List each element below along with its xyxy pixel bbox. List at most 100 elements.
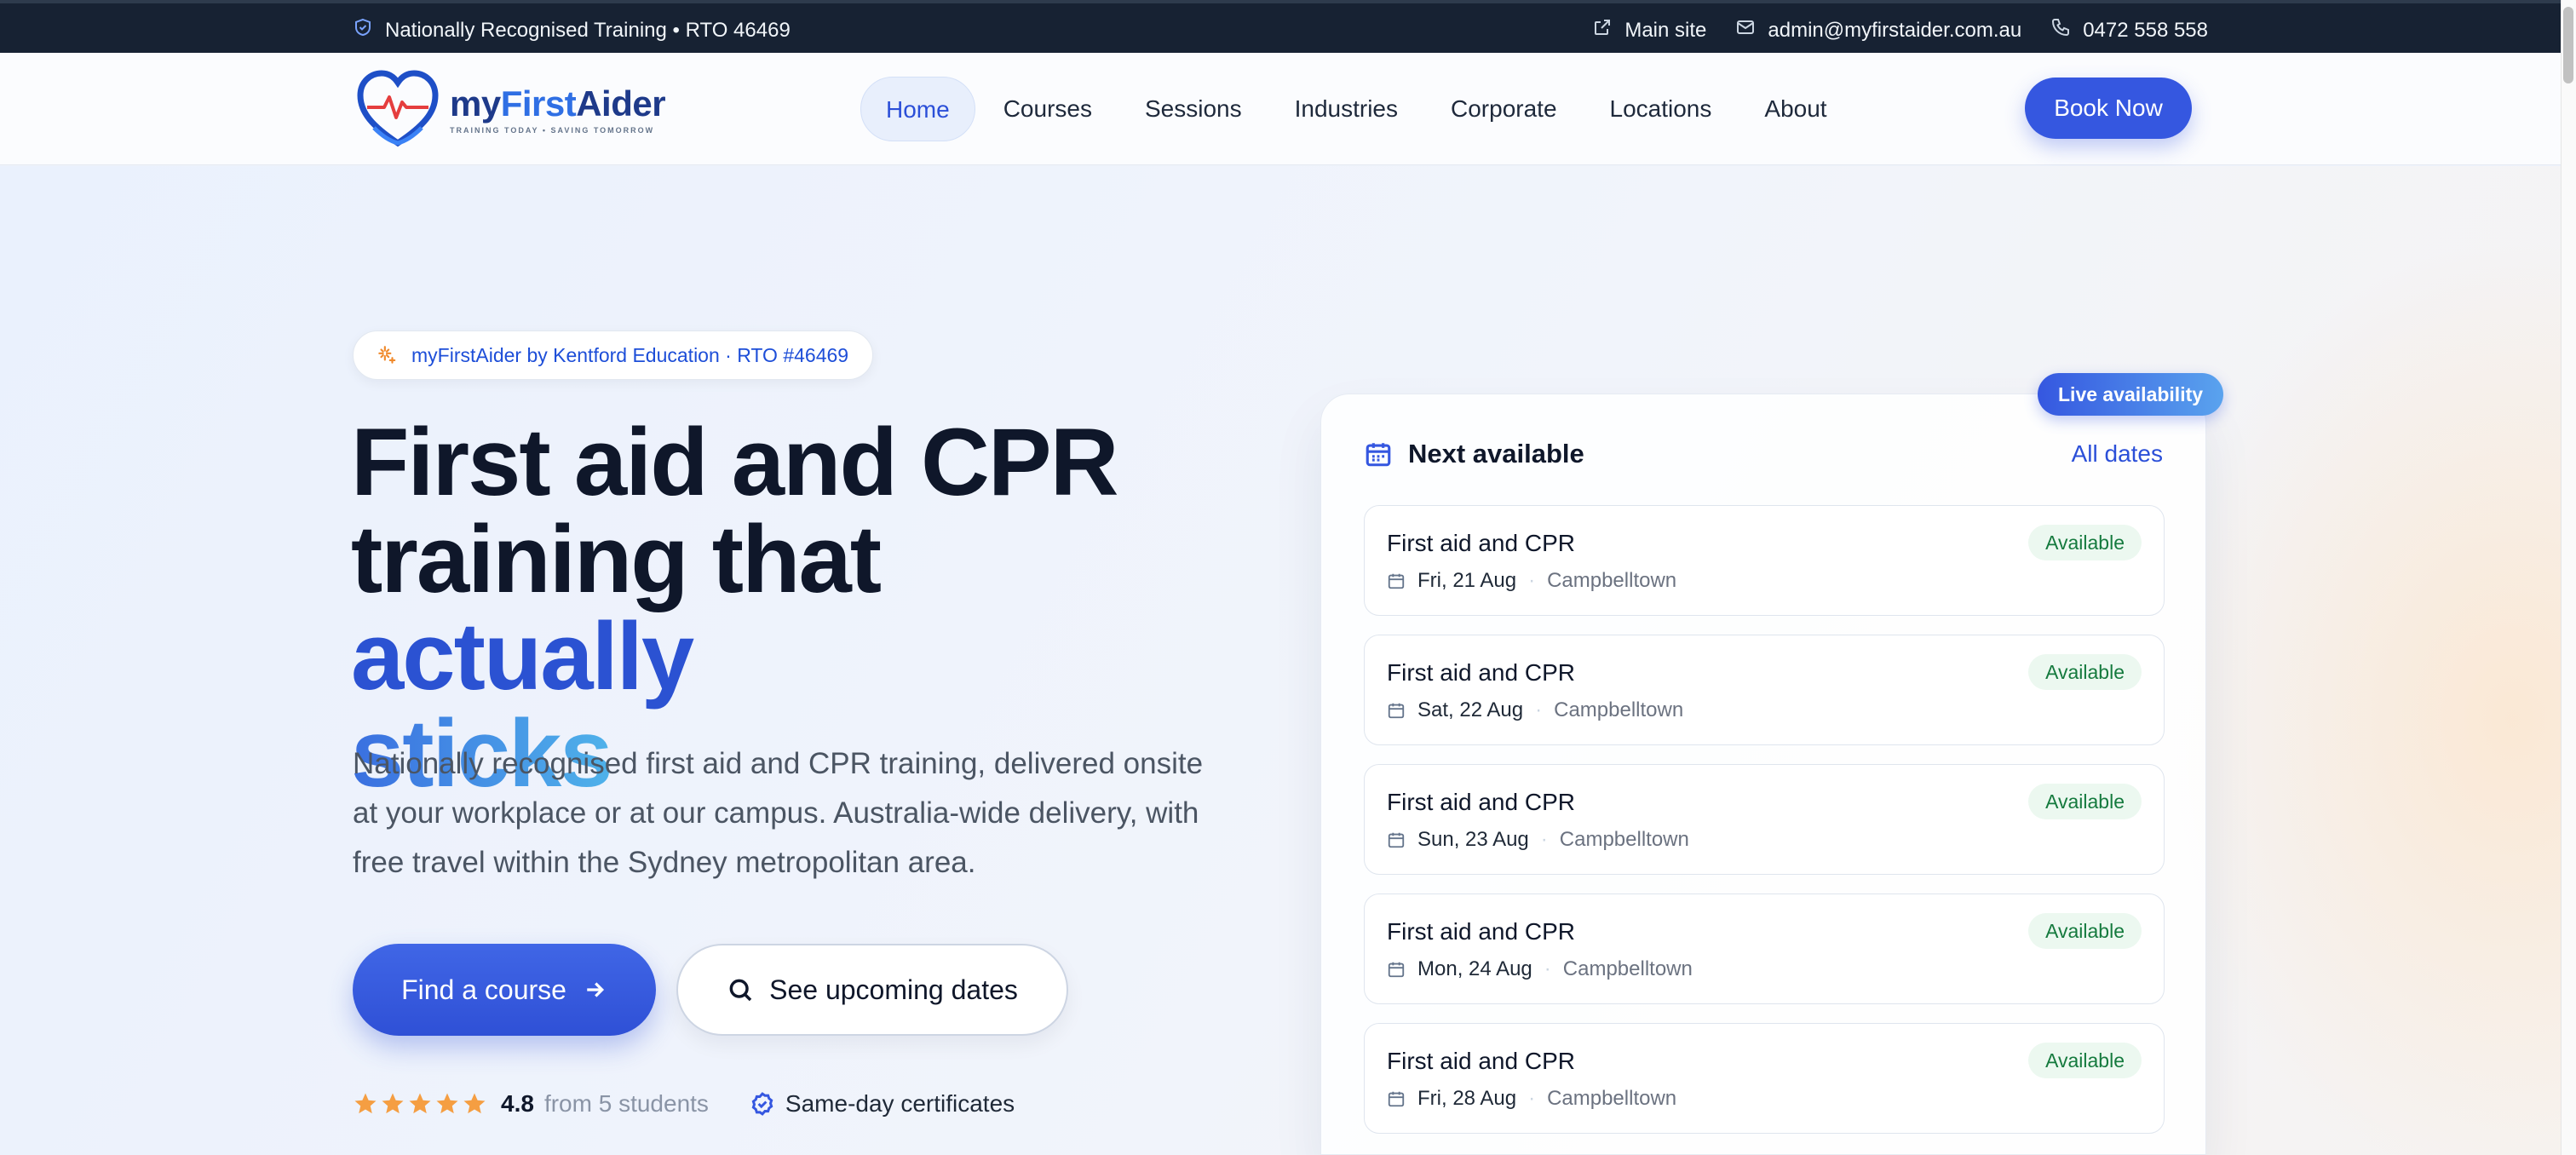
phone-label: 0472 558 558 — [2083, 18, 2208, 42]
nav-item-sessions[interactable]: Sessions — [1120, 77, 1267, 141]
availability-status-badge: Available — [2028, 1043, 2142, 1078]
search-icon — [729, 979, 752, 1002]
brand-suffix: Aider — [576, 83, 666, 124]
session-location: Campbelltown — [1559, 828, 1689, 851]
star-rating — [353, 1091, 487, 1117]
brand-first: First — [500, 83, 577, 124]
session-meta: Fri, 28 Aug · Campbelltown — [1387, 1087, 1676, 1111]
calendar-icon — [1366, 443, 1391, 467]
session-course: First aid and CPR — [1387, 530, 1575, 556]
main-navigation: myFirstAider TRAINING TODAY • SAVING TOM… — [0, 53, 2561, 165]
page-scrollbar[interactable] — [2561, 0, 2576, 1155]
nav-menu: Home Courses Sessions Industries Corpora… — [860, 77, 1852, 141]
scrollbar-thumb[interactable] — [2563, 7, 2573, 83]
session-slot[interactable]: First aid and CPR Sun, 23 Aug · Campbelltow… — [1364, 764, 2165, 875]
star-icon — [409, 1093, 431, 1114]
book-now-button[interactable]: Book Now — [2025, 78, 2192, 139]
rating-score: 4.8 — [501, 1090, 534, 1117]
availability-status-badge: Available — [2028, 654, 2142, 690]
main-site-link[interactable]: Main site — [1592, 17, 1706, 43]
calendar-icon — [1388, 573, 1405, 589]
heart-logo-icon — [357, 70, 439, 147]
nav-item-corporate[interactable]: Corporate — [1426, 77, 1582, 141]
rating-from: from 5 students — [543, 1090, 709, 1117]
calendar-icon — [1388, 832, 1405, 848]
session-meta: Sat, 22 Aug · Campbelltown — [1387, 698, 1683, 722]
session-slot[interactable]: First aid and CPR Mon, 24 Aug · Campbelltow… — [1364, 894, 2165, 1004]
session-date: Fri, 28 Aug — [1417, 1087, 1517, 1110]
session-course: First aid and CPR — [1387, 1048, 1575, 1074]
shield-check-icon — [353, 17, 373, 43]
rto-pill-text: myFirstAider by Kentford Education · RTO… — [411, 343, 849, 366]
all-dates-link[interactable]: All dates — [2072, 440, 2163, 468]
nav-item-industries[interactable]: Industries — [1270, 77, 1423, 141]
certificates-note: Same-day certificates — [750, 1090, 1015, 1118]
session-location: Campbelltown — [1547, 569, 1677, 592]
availability-title: Next available — [1408, 439, 1584, 468]
calendar-icon — [1388, 703, 1405, 719]
session-meta: Mon, 24 Aug · Campbelltown — [1387, 957, 1693, 981]
upcoming-dates-button[interactable]: See upcoming dates — [676, 944, 1068, 1036]
live-availability-badge: Live availability — [2038, 373, 2224, 416]
check-circle-icon — [751, 1092, 773, 1116]
brand-prefix: my — [450, 83, 501, 124]
session-date: Sat, 22 Aug — [1417, 698, 1524, 721]
session-slot[interactable]: First aid and CPR Fri, 28 Aug · Campbelltow… — [1364, 1023, 2165, 1134]
rto-pill: myFirstAider by Kentford Education · RTO… — [353, 330, 874, 380]
session-course: First aid and CPR — [1387, 789, 1575, 815]
session-location: Campbelltown — [1554, 698, 1684, 721]
separator-dot: · — [1535, 698, 1543, 721]
separator-dot: · — [1540, 828, 1548, 851]
separator-dot: · — [1528, 1087, 1536, 1110]
find-course-button[interactable]: Find a course — [353, 944, 656, 1036]
availability-status-badge: Available — [2028, 784, 2142, 819]
session-location: Campbelltown — [1562, 957, 1693, 980]
separator-dot: · — [1544, 957, 1551, 980]
session-course: First aid and CPR — [1387, 659, 1575, 686]
nav-item-courses[interactable]: Courses — [979, 77, 1117, 141]
email-label: admin@myfirstaider.com.au — [1768, 18, 2022, 42]
session-slot[interactable]: First aid and CPR Sat, 22 Aug · Campbelltow… — [1364, 635, 2165, 745]
star-icon — [382, 1093, 404, 1114]
availability-status-badge: Available — [2028, 913, 2142, 949]
external-link-icon — [1592, 17, 1613, 43]
availability-card: Next available All dates First aid and C… — [1320, 394, 2206, 1155]
calendar-icon — [1388, 962, 1405, 978]
brand-name: myFirstAider — [450, 83, 666, 124]
email-link[interactable]: admin@myfirstaider.com.au — [1735, 17, 2021, 43]
headline-accent-1: actually — [351, 603, 694, 710]
rating-row: 4.8 from 5 students Same-day certificate… — [353, 1090, 1015, 1118]
star-icon — [463, 1093, 486, 1114]
session-date: Mon, 24 Aug — [1417, 957, 1532, 980]
session-meta: Fri, 21 Aug · Campbelltown — [1387, 569, 1676, 593]
hero-lead: Nationally recognised first aid and CPR … — [353, 747, 1204, 879]
find-course-label: Find a course — [401, 974, 566, 1005]
session-meta: Sun, 23 Aug · Campbelltown — [1387, 828, 1689, 852]
session-date: Fri, 21 Aug — [1417, 569, 1517, 592]
phone-icon — [2050, 17, 2071, 43]
arrow-right-icon — [587, 982, 604, 997]
session-slot[interactable]: First aid and CPR Fri, 21 Aug · Campbelltow… — [1364, 505, 2165, 616]
session-location: Campbelltown — [1547, 1087, 1677, 1110]
nav-item-locations[interactable]: Locations — [1585, 77, 1737, 141]
headline-line-1: First aid and CPR — [351, 409, 1118, 515]
accreditation-text: Nationally Recognised Training • RTO 464… — [385, 18, 791, 42]
phone-link[interactable]: 0472 558 558 — [2050, 17, 2208, 43]
headline-line-2: training that — [351, 506, 882, 612]
separator-dot: · — [1528, 569, 1536, 592]
sparkles-icon — [378, 346, 396, 364]
upcoming-dates-label: See upcoming dates — [769, 974, 1018, 1005]
main-site-label: Main site — [1624, 18, 1707, 42]
accreditation: Nationally Recognised Training • RTO 464… — [353, 17, 791, 43]
nav-item-home[interactable]: Home — [860, 77, 975, 141]
mail-icon — [1735, 17, 1756, 43]
star-icon — [436, 1093, 458, 1114]
star-icon — [354, 1093, 377, 1114]
site-logo[interactable]: myFirstAider TRAINING TODAY • SAVING TOM… — [354, 68, 666, 150]
certificates-text: Same-day certificates — [785, 1090, 1015, 1117]
availability-header: Next available All dates — [1364, 439, 2163, 469]
session-date: Sun, 23 Aug — [1417, 828, 1529, 851]
session-course: First aid and CPR — [1387, 918, 1575, 945]
calendar-icon — [1388, 1091, 1405, 1107]
nav-item-about[interactable]: About — [1739, 77, 1851, 141]
